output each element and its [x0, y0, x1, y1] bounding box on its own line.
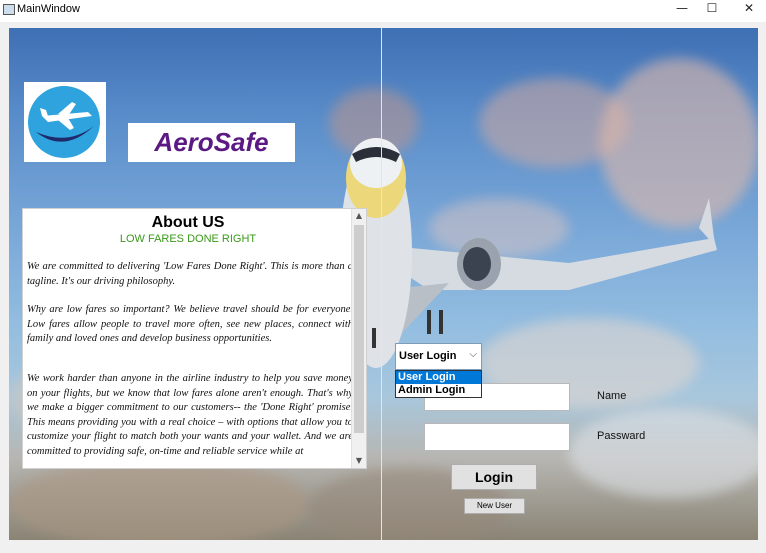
new-user-button[interactable]: New User — [464, 498, 525, 514]
brand-box: AeroSafe — [128, 123, 295, 162]
login-button[interactable]: Login — [451, 464, 537, 490]
about-title: About US — [151, 214, 225, 231]
about-panel[interactable]: About US LOW FARES DONE RIGHT We are com… — [22, 208, 367, 469]
brand-name: AeroSafe — [154, 127, 269, 157]
role-option-user-login[interactable]: User Login — [396, 371, 481, 384]
password-label: Passward — [597, 430, 646, 442]
logo-box — [24, 82, 106, 162]
about-tagline: LOW FARES DONE RIGHT — [119, 233, 257, 245]
window-title: MainWindow — [17, 3, 80, 15]
scroll-up-icon[interactable]: ▲ — [352, 209, 366, 223]
password-input[interactable] — [424, 423, 570, 451]
login-role-value: User Login — [399, 350, 457, 362]
about-paragraph: Why are low fares so important? We belie… — [27, 304, 353, 344]
app-icon — [3, 4, 15, 15]
login-role-dropdown-list: User Login Admin Login — [395, 370, 482, 398]
airplane-logo-icon — [28, 86, 100, 158]
chevron-down-icon[interactable]: ⌵ — [469, 349, 477, 360]
about-paragraph: We work harder than anyone in the airlin… — [27, 373, 353, 457]
name-label: Name — [597, 390, 627, 402]
about-scrollbar[interactable]: ▲ ▼ — [351, 209, 366, 468]
close-icon[interactable]: ✕ — [731, 0, 766, 18]
scroll-down-icon[interactable]: ▼ — [352, 454, 366, 468]
split-divider[interactable] — [381, 28, 382, 540]
maximize-icon[interactable]: ☐ — [694, 0, 730, 18]
title-bar: MainWindow — ☐ ✕ — [0, 0, 766, 22]
about-paragraph: We are committed to delivering 'Low Fare… — [27, 261, 353, 287]
role-option-admin-login[interactable]: Admin Login — [396, 384, 481, 397]
scroll-thumb[interactable] — [354, 225, 364, 433]
login-role-select[interactable]: User Login ⌵ — [395, 343, 482, 370]
